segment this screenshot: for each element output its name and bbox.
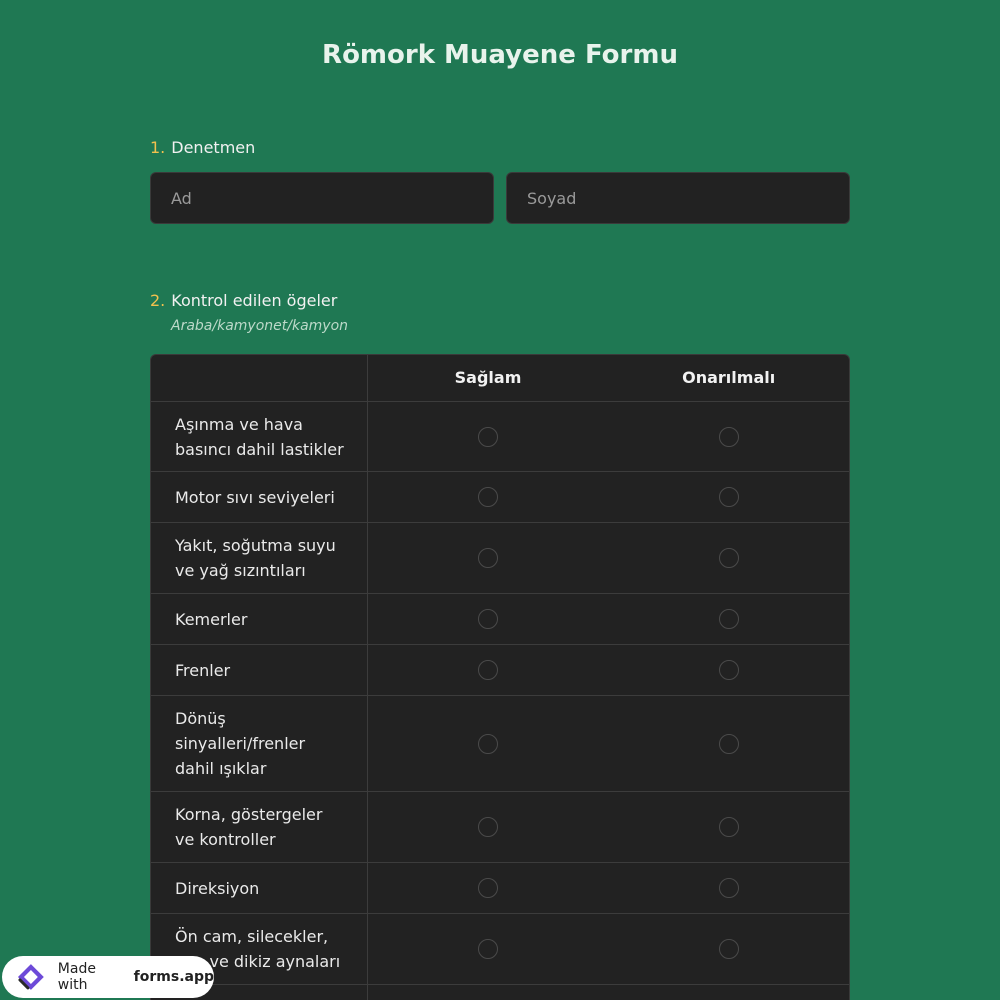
matrix-header: Sağlam Onarılmalı [151,355,849,402]
radio-belts-good[interactable] [478,609,499,629]
radio-brakes-good[interactable] [478,660,499,680]
row-label-brakes: Frenler [151,645,368,695]
radio-belts-repair[interactable] [718,609,739,629]
matrix-row: Yakıt, soğutma suyu ve yağ sızıntıları [151,523,849,594]
radio-leaks-repair[interactable] [718,548,739,568]
radio-engine-fluids-repair[interactable] [718,487,739,507]
first-name-input[interactable] [150,172,494,224]
radio-steering-repair[interactable] [718,878,739,898]
radio-windshield-good[interactable] [478,939,499,959]
badge-brand: forms.app [133,969,214,985]
form-title: Römork Muayene Formu [322,40,678,70]
radio-steering-good[interactable] [478,878,499,898]
forms-app-logo-icon [14,960,48,994]
column-header-needs-repair: Onarılmalı [682,368,776,387]
question-2-description: Araba/kamyonet/kamyon [171,318,349,334]
radio-windshield-repair[interactable] [718,939,739,959]
row-label-engine-fluids: Motor sıvı seviyeleri [151,472,368,522]
matrix-corner [151,355,368,401]
radio-lights-repair[interactable] [718,733,739,754]
row-label-leaks: Yakıt, soğutma suyu ve yağ sızıntıları [151,523,368,593]
row-label-lights: Dönüş sinyalleri/frenler dahil ışıklar [151,696,368,791]
row-label-steering: Direksiyon [151,863,368,913]
question-1-label: 1. Denetmen [150,138,255,157]
row-label-horn-gauges: Korna, göstergeler ve kontroller [151,792,368,862]
radio-horn-gauges-repair[interactable] [718,817,739,837]
checklist-matrix: Sağlam Onarılmalı Aşınma ve hava basıncı… [150,354,850,1000]
question-1-text: Denetmen [171,138,256,157]
matrix-row: Frenler [151,645,849,696]
made-with-badge[interactable]: Made with forms.app [2,956,214,998]
question-1-number: 1. [150,138,166,157]
row-label-belts: Kemerler [151,594,368,644]
badge-prefix: Made with [57,961,96,993]
matrix-row: Motor sıvı seviyeleri [151,472,849,523]
last-name-input[interactable] [506,172,850,224]
row-label-tires: Aşınma ve hava basıncı dahil lastikler [151,402,368,471]
radio-tires-repair[interactable] [718,426,739,447]
matrix-row: Kemerler [151,594,849,645]
radio-horn-gauges-good[interactable] [478,817,499,837]
matrix-row: Aşınma ve hava basıncı dahil lastikler [151,402,849,472]
question-2-label: 2. Kontrol edilen ögeler [150,291,337,310]
matrix-row: Korna, göstergeler ve kontroller [151,792,849,863]
radio-brakes-repair[interactable] [718,660,739,680]
radio-tires-good[interactable] [478,426,499,447]
radio-leaks-good[interactable] [478,548,499,568]
matrix-row: Direksiyon [151,863,849,914]
radio-lights-good[interactable] [478,733,499,754]
matrix-row: Dönüş sinyalleri/frenler dahil ışıklar [151,696,849,792]
question-2-number: 2. [150,291,166,310]
column-header-good: Sağlam [454,368,522,387]
question-2-text: Kontrol edilen ögeler [171,291,338,310]
radio-engine-fluids-good[interactable] [478,487,499,507]
matrix-row: Ön cam, silecekler, yan ve dikiz aynalar… [151,914,849,985]
matrix-row [151,985,849,1000]
